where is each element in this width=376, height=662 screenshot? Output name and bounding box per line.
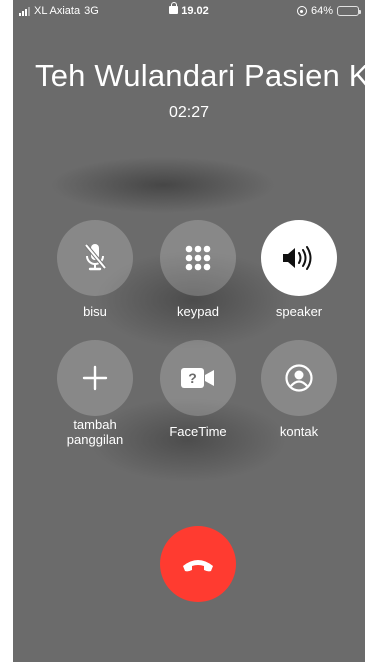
rotation-lock-icon — [296, 6, 307, 16]
call-duration: 02:27 — [168, 104, 210, 121]
keypad-label: keypad — [177, 304, 219, 319]
add-call-label-line2: panggilan — [66, 432, 124, 447]
contacts-label: kontak — [279, 424, 319, 439]
clock: 19.02 — [181, 5, 209, 17]
speaker-button[interactable] — [261, 220, 337, 296]
speaker-label: speaker — [275, 304, 323, 319]
end-call-button[interactable] — [160, 526, 236, 602]
plus-icon — [82, 365, 108, 391]
lock-icon — [169, 2, 179, 14]
battery-icon — [337, 6, 361, 16]
svg-text:?: ? — [188, 370, 197, 386]
call-screen: XL Axiata 3G 19.02 64% Teh Wulandari Pas… — [13, 0, 365, 662]
add-call-button[interactable] — [57, 340, 133, 416]
mute-button[interactable] — [57, 220, 133, 296]
facetime-label: FaceTime — [169, 424, 227, 439]
hang-up-icon — [183, 560, 213, 572]
contact-icon — [285, 364, 313, 392]
status-right: 64% — [296, 5, 361, 17]
battery-percent: 64% — [310, 5, 333, 17]
keypad-icon — [185, 245, 211, 271]
microphone-slash-icon — [84, 243, 107, 271]
caller-name: Teh Wulandari Pasien Ko — [35, 58, 365, 93]
keypad-button[interactable] — [160, 220, 236, 296]
status-bar: XL Axiata 3G 19.02 64% — [13, 0, 365, 22]
facetime-icon: ? — [181, 368, 214, 388]
add-call-label-line1: tambah — [73, 417, 117, 432]
mute-label: bisu — [83, 304, 107, 319]
contacts-button[interactable] — [261, 340, 337, 416]
add-call-label: tambah panggilan — [40, 417, 150, 447]
facetime-button[interactable]: ? — [160, 340, 236, 416]
speaker-icon — [283, 246, 312, 270]
